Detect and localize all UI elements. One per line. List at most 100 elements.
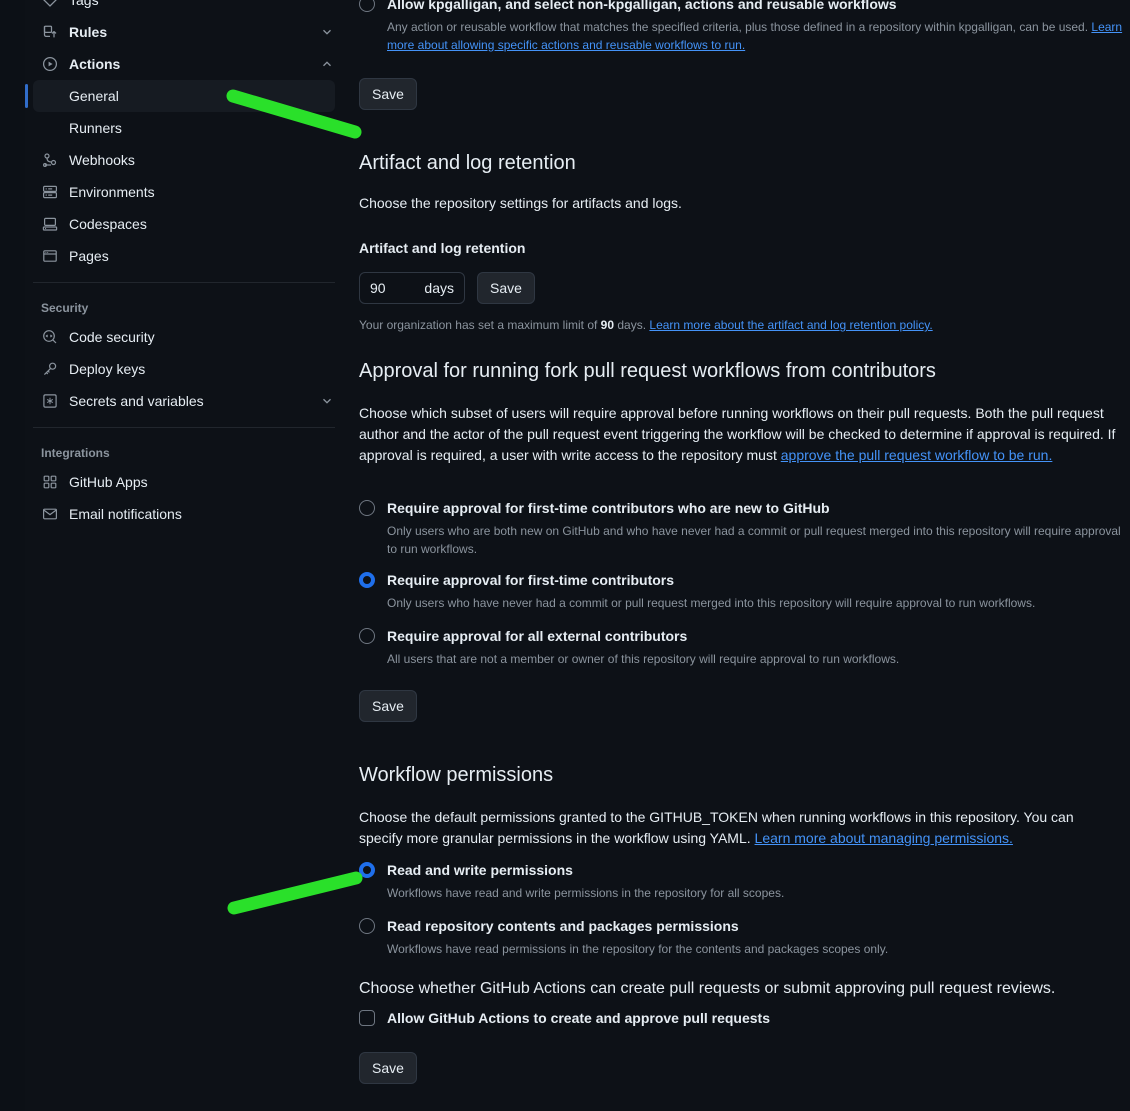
fork-approval-option-0: Require approval for first-time contribu… <box>359 498 1121 558</box>
artifact-retention-note-before: Your organization has set a maximum limi… <box>359 318 601 332</box>
artifact-retention-field-label: Artifact and log retention <box>359 240 526 256</box>
sidebar-item-label: GitHub Apps <box>69 474 148 490</box>
artifact-retention-note-limit: 90 <box>600 318 615 332</box>
artifact-retention-note: Your organization has set a maximum limi… <box>359 316 1119 334</box>
fork-approval-radio-all-external[interactable] <box>359 628 375 644</box>
codespaces-icon <box>41 215 59 233</box>
allow-create-approve-pr-checkbox[interactable] <box>359 1010 375 1026</box>
fork-approval-option-2: Require approval for all external contri… <box>359 626 1119 668</box>
sidebar-item-label: General <box>69 88 119 104</box>
sidebar-item-tags[interactable]: Tags <box>33 0 343 16</box>
sidebar-section-integrations: Integrations <box>41 446 110 460</box>
fork-approval-radio-new-to-github[interactable] <box>359 500 375 516</box>
fork-approval-option-desc: Only users who have never had a commit o… <box>387 596 1036 610</box>
artifact-retention-note-after: days. <box>614 318 650 332</box>
sidebar-item-rules[interactable]: Rules <box>33 16 343 48</box>
managing-permissions-link[interactable]: Learn more about managing permissions. <box>755 830 1013 846</box>
save-button[interactable]: Save <box>359 1052 417 1084</box>
retention-days-unit: days <box>424 280 454 296</box>
sidebar-item-label: Pages <box>69 248 109 264</box>
webhook-icon <box>41 151 59 169</box>
sidebar-divider <box>33 282 335 283</box>
retention-days-value: 90 <box>370 280 386 296</box>
allow-create-approve-pr-control[interactable]: Allow GitHub Actions to create and appro… <box>359 1008 1119 1028</box>
asterisk-box-icon <box>41 392 59 410</box>
sidebar-item-label: Environments <box>69 184 155 200</box>
fork-approval-option-row[interactable]: Require approval for all external contri… <box>359 626 1119 646</box>
sidebar-gutter <box>0 0 25 1111</box>
artifact-retention-heading: Artifact and log retention <box>359 152 576 174</box>
workflow-permissions-option-label[interactable]: Read and write permissions <box>387 860 573 880</box>
sidebar-item-webhooks[interactable]: Webhooks <box>33 144 343 176</box>
fork-approval-section: Approval for running fork pull request w… <box>359 360 1127 466</box>
chevron-down-icon[interactable] <box>319 24 335 40</box>
workflow-permissions-description: Choose the default permissions granted t… <box>359 807 1104 849</box>
artifact-retention-description: Choose the repository settings for artif… <box>359 195 682 211</box>
artifact-retention-section: Artifact and log retention Choose the re… <box>359 152 1119 334</box>
sidebar-item-label: Code security <box>69 329 155 345</box>
sidebar-item-code-security[interactable]: Code security <box>33 321 343 353</box>
sidebar-item-label: Tags <box>69 0 99 8</box>
code-review-icon <box>41 328 59 346</box>
fork-approval-option-label[interactable]: Require approval for all external contri… <box>387 626 687 646</box>
workflow-permissions-option-row[interactable]: Read and write permissions <box>359 860 1119 880</box>
sidebar-item-label: Email notifications <box>69 506 182 522</box>
sidebar-item-environments[interactable]: Environments <box>33 176 343 208</box>
artifact-retention-controls: 90 days Save <box>359 272 1119 304</box>
allowed-actions-row[interactable]: Allow kpgalligan, and select non-kpgalli… <box>359 0 1127 14</box>
sidebar-item-deploy-keys[interactable]: Deploy keys <box>33 353 343 385</box>
save-button[interactable]: Save <box>477 272 535 304</box>
sidebar-item-github-apps[interactable]: GitHub Apps <box>33 466 343 498</box>
workflow-permissions-pr-question: Choose whether GitHub Actions can create… <box>359 980 1056 997</box>
sidebar-item-actions[interactable]: Actions <box>33 48 343 80</box>
allowed-actions-save-button-wrap: Save <box>359 78 417 110</box>
sidebar-nav-list: Tags Rules Actions General Runners Webho… <box>25 0 355 530</box>
chevron-down-icon[interactable] <box>319 393 335 409</box>
fork-approval-option-label[interactable]: Require approval for first-time contribu… <box>387 498 830 518</box>
sidebar-item-label: Webhooks <box>69 152 135 168</box>
workflow-permissions-option-row[interactable]: Read repository contents and packages pe… <box>359 916 1119 936</box>
sidebar-item-pages[interactable]: Pages <box>33 240 343 272</box>
sidebar-section-security: Security <box>41 301 89 315</box>
artifact-retention-policy-link[interactable]: Learn more about the artifact and log re… <box>649 318 932 332</box>
fork-approval-option-row[interactable]: Require approval for first-time contribu… <box>359 570 1119 590</box>
allow-create-approve-pr-row: Allow GitHub Actions to create and appro… <box>359 1008 1119 1028</box>
sidebar-item-runners[interactable]: Runners <box>33 112 335 144</box>
sidebar-item-label: Secrets and variables <box>69 393 204 409</box>
workflow-permissions-option-desc: Workflows have read permissions in the r… <box>387 942 889 956</box>
allowed-actions-label[interactable]: Allow kpgalligan, and select non-kpgalli… <box>387 0 897 14</box>
fork-approval-description: Choose which subset of users will requir… <box>359 403 1125 466</box>
sidebar-item-label: Codespaces <box>69 216 147 232</box>
server-icon <box>41 183 59 201</box>
sidebar-item-codespaces[interactable]: Codespaces <box>33 208 343 240</box>
workflow-permissions-option-0: Read and write permissions Workflows hav… <box>359 860 1119 902</box>
workflow-permissions-option-desc: Workflows have read and write permission… <box>387 886 785 900</box>
workflow-permissions-save-button-wrap: Save <box>359 1052 417 1084</box>
sidebar-item-label: Actions <box>69 56 121 72</box>
workflow-permissions-radio-read-contents-packages[interactable] <box>359 918 375 934</box>
chevron-up-icon[interactable] <box>319 56 335 72</box>
allowed-actions-radio[interactable] <box>359 0 375 12</box>
sidebar-item-email-notifications[interactable]: Email notifications <box>33 498 343 530</box>
sidebar-item-secrets-and-variables[interactable]: Secrets and variables <box>33 385 343 417</box>
fork-approval-option-desc: Only users who are both new on GitHub an… <box>387 524 1121 556</box>
retention-days-input[interactable]: 90 days <box>359 272 465 304</box>
key-icon <box>41 360 59 378</box>
save-button[interactable]: Save <box>359 690 417 722</box>
settings-sidebar: Tags Rules Actions General Runners Webho… <box>0 0 355 1111</box>
allow-create-approve-pr-label[interactable]: Allow GitHub Actions to create and appro… <box>387 1008 770 1028</box>
sidebar-item-general[interactable]: General <box>25 80 335 112</box>
rules-icon <box>41 23 59 41</box>
approve-pull-request-workflow-link[interactable]: approve the pull request workflow to be … <box>781 447 1053 463</box>
fork-approval-option-row[interactable]: Require approval for first-time contribu… <box>359 498 1119 518</box>
browser-icon <box>41 247 59 265</box>
workflow-permissions-option-label[interactable]: Read repository contents and packages pe… <box>387 916 739 936</box>
workflow-permissions-heading: Workflow permissions <box>359 764 554 786</box>
fork-approval-radio-first-time-contributors[interactable] <box>359 572 375 588</box>
fork-approval-heading: Approval for running fork pull request w… <box>359 360 936 382</box>
sidebar-divider <box>33 427 335 428</box>
sidebar-item-label: Rules <box>69 24 108 40</box>
workflow-permissions-radio-read-write[interactable] <box>359 862 375 878</box>
fork-approval-option-label[interactable]: Require approval for first-time contribu… <box>387 570 674 590</box>
save-button[interactable]: Save <box>359 78 417 110</box>
